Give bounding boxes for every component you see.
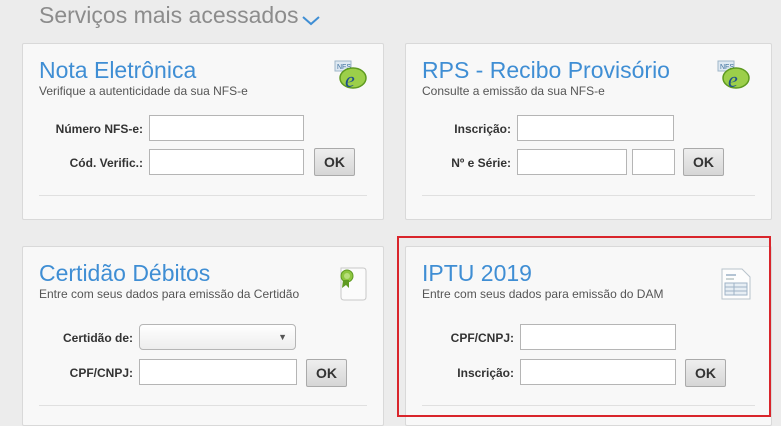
card-divider (39, 195, 367, 196)
nfse-logo-icon: NFS e (717, 60, 750, 92)
card-subtitle: Entre com seus dados para emissão da Cer… (39, 287, 300, 301)
nota-eletronica-card: Nota Eletrônica Verifique a autenticidad… (22, 43, 384, 220)
card-subtitle: Consulte a emissão da sua NFS-e (422, 84, 605, 98)
card-title: Certidão Débitos (39, 260, 211, 286)
rps-card: RPS - Recibo Provisório Consulte a emiss… (405, 43, 772, 220)
numero-serie-label: Nº e Série: (451, 156, 511, 170)
cod-verific-input[interactable] (149, 149, 304, 175)
dropdown-arrow-icon: ▼ (278, 332, 287, 342)
certidao-de-select[interactable]: ▼ (139, 324, 296, 350)
certidao-de-label: Certidão de: (62, 331, 133, 345)
highlight-box (397, 236, 771, 417)
card-title: Nota Eletrônica (39, 57, 197, 83)
certidao-cpf-cnpj-input[interactable] (139, 359, 297, 385)
rps-numero-input[interactable] (517, 149, 627, 175)
card-subtitle: Verifique a autenticidade da sua NFS-e (39, 84, 248, 98)
cod-verific-label: Cód. Verific.: (69, 156, 143, 170)
card-divider (39, 405, 367, 406)
certificate-icon (340, 267, 367, 301)
nota-ok-button[interactable]: OK (314, 148, 355, 176)
svg-text:e: e (345, 67, 355, 92)
certidao-ok-button[interactable]: OK (306, 359, 347, 387)
rps-ok-button[interactable]: OK (683, 148, 724, 176)
inscricao-label: Inscrição: (454, 122, 511, 136)
rps-serie-input[interactable] (632, 149, 675, 175)
inscricao-input[interactable] (517, 115, 674, 141)
section-title: Serviços mais acessados (39, 2, 299, 28)
card-divider (422, 195, 755, 196)
card-title: RPS - Recibo Provisório (422, 57, 670, 83)
chevron-down-icon[interactable] (301, 15, 321, 27)
certidao-cpf-cnpj-label: CPF/CNPJ: (69, 366, 133, 380)
numero-nfse-input[interactable] (149, 115, 304, 141)
nfse-logo-icon: NFS e (334, 60, 367, 92)
svg-text:e: e (728, 67, 738, 92)
certidao-debitos-card: Certidão Débitos Entre com seus dados pa… (22, 246, 384, 426)
numero-nfse-label: Número NFS-e: (55, 122, 143, 136)
